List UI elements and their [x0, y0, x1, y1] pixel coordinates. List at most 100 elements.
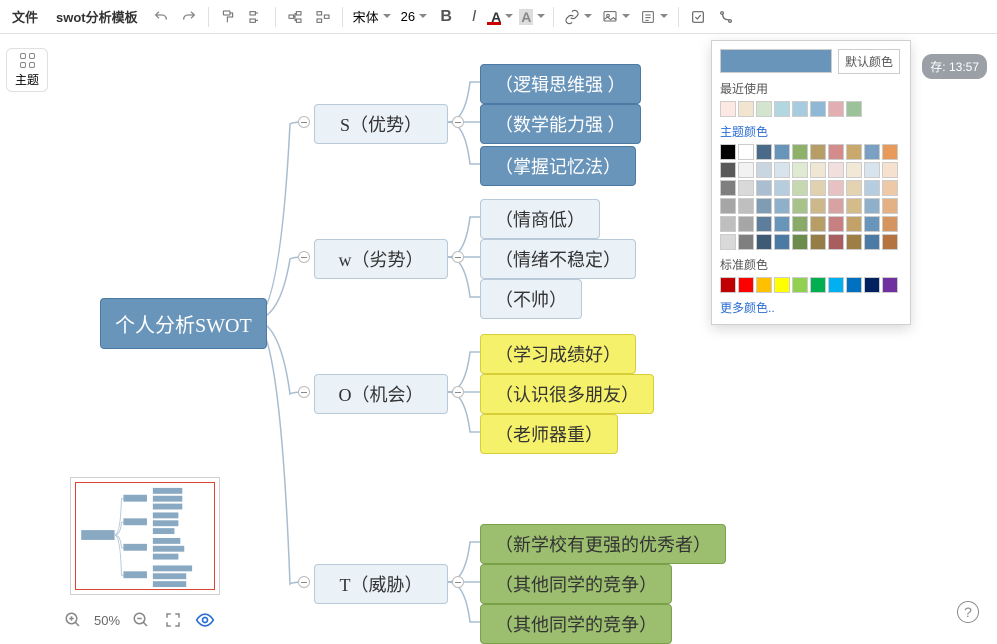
- undo-button[interactable]: [148, 4, 174, 30]
- color-swatch[interactable]: [774, 180, 790, 196]
- color-swatch[interactable]: [882, 180, 898, 196]
- insert-sibling-button[interactable]: [243, 4, 269, 30]
- color-swatch[interactable]: [882, 277, 898, 293]
- bold-button[interactable]: B: [433, 4, 459, 30]
- color-swatch[interactable]: [864, 234, 880, 250]
- collapse-knob[interactable]: [298, 576, 310, 588]
- collapse-knob[interactable]: [298, 386, 310, 398]
- color-swatch[interactable]: [864, 198, 880, 214]
- color-swatch[interactable]: [810, 162, 826, 178]
- color-swatch[interactable]: [792, 234, 808, 250]
- color-swatch[interactable]: [864, 216, 880, 232]
- color-swatch[interactable]: [720, 234, 736, 250]
- color-swatch[interactable]: [774, 101, 790, 117]
- highlight-color-button[interactable]: A: [517, 4, 547, 30]
- color-swatch[interactable]: [756, 101, 772, 117]
- color-swatch[interactable]: [828, 234, 844, 250]
- color-swatch[interactable]: [720, 162, 736, 178]
- color-swatch[interactable]: [738, 277, 754, 293]
- image-button[interactable]: [598, 4, 634, 30]
- collapse-knob[interactable]: [452, 386, 464, 398]
- color-swatch[interactable]: [846, 234, 862, 250]
- color-swatch[interactable]: [846, 180, 862, 196]
- color-swatch[interactable]: [810, 277, 826, 293]
- color-swatch[interactable]: [756, 216, 772, 232]
- minimap[interactable]: [70, 477, 220, 595]
- color-swatch[interactable]: [774, 198, 790, 214]
- color-swatch[interactable]: [828, 144, 844, 160]
- mindmap-leaf[interactable]: （新学校有更强的优秀者）: [480, 524, 726, 564]
- color-swatch[interactable]: [756, 277, 772, 293]
- mindmap-branch-t[interactable]: T（威胁）: [314, 564, 448, 604]
- redo-button[interactable]: [176, 4, 202, 30]
- color-swatch[interactable]: [828, 101, 844, 117]
- text-color-button[interactable]: A: [489, 4, 515, 30]
- color-swatch[interactable]: [738, 234, 754, 250]
- color-swatch[interactable]: [828, 162, 844, 178]
- color-swatch[interactable]: [792, 216, 808, 232]
- mindmap-leaf[interactable]: （学习成绩好）: [480, 334, 636, 374]
- color-swatch[interactable]: [738, 198, 754, 214]
- color-swatch[interactable]: [756, 234, 772, 250]
- color-swatch[interactable]: [864, 180, 880, 196]
- color-swatch[interactable]: [828, 180, 844, 196]
- mindmap-branch-w[interactable]: w（劣势）: [314, 239, 448, 279]
- mindmap-leaf[interactable]: （认识很多朋友）: [480, 374, 654, 414]
- color-swatch[interactable]: [756, 162, 772, 178]
- color-swatch[interactable]: [792, 277, 808, 293]
- insert-parent-button[interactable]: [310, 4, 336, 30]
- color-swatch[interactable]: [810, 216, 826, 232]
- color-swatch[interactable]: [810, 234, 826, 250]
- color-swatch[interactable]: [792, 180, 808, 196]
- preview-toggle-button[interactable]: [194, 609, 216, 631]
- mindmap-leaf[interactable]: （掌握记忆法）: [480, 146, 636, 186]
- color-swatch[interactable]: [774, 216, 790, 232]
- color-swatch[interactable]: [738, 216, 754, 232]
- color-swatch[interactable]: [720, 180, 736, 196]
- color-swatch[interactable]: [774, 234, 790, 250]
- mindmap-leaf[interactable]: （不帅）: [480, 279, 582, 319]
- color-swatch[interactable]: [810, 198, 826, 214]
- collapse-knob[interactable]: [298, 251, 310, 263]
- note-button[interactable]: [636, 4, 672, 30]
- color-swatch[interactable]: [846, 101, 862, 117]
- format-painter-button[interactable]: [215, 4, 241, 30]
- color-swatch[interactable]: [792, 198, 808, 214]
- file-menu[interactable]: 文件: [4, 4, 46, 30]
- mindmap-branch-o[interactable]: O（机会）: [314, 374, 448, 414]
- color-swatch[interactable]: [828, 277, 844, 293]
- color-swatch[interactable]: [738, 101, 754, 117]
- color-swatch[interactable]: [738, 144, 754, 160]
- color-swatch[interactable]: [864, 162, 880, 178]
- link-button[interactable]: [560, 4, 596, 30]
- color-swatch[interactable]: [864, 144, 880, 160]
- zoom-out-button[interactable]: [130, 609, 152, 631]
- mindmap-leaf[interactable]: （其他同学的竞争）: [480, 604, 672, 644]
- collapse-knob[interactable]: [452, 251, 464, 263]
- color-swatch[interactable]: [756, 144, 772, 160]
- color-swatch[interactable]: [810, 144, 826, 160]
- collapse-knob[interactable]: [452, 576, 464, 588]
- mindmap-leaf[interactable]: （情商低）: [480, 199, 600, 239]
- color-swatch[interactable]: [774, 162, 790, 178]
- color-swatch[interactable]: [738, 162, 754, 178]
- collapse-knob[interactable]: [298, 116, 310, 128]
- color-swatch[interactable]: [756, 198, 772, 214]
- help-button[interactable]: ?: [957, 601, 979, 623]
- color-swatch[interactable]: [882, 234, 898, 250]
- default-color-button[interactable]: 默认颜色: [838, 49, 900, 74]
- collapse-knob[interactable]: [452, 116, 464, 128]
- italic-button[interactable]: I: [461, 4, 487, 30]
- color-swatch[interactable]: [720, 101, 736, 117]
- color-swatch[interactable]: [846, 277, 862, 293]
- color-swatch[interactable]: [846, 198, 862, 214]
- color-swatch[interactable]: [720, 198, 736, 214]
- mindmap-leaf[interactable]: （情绪不稳定）: [480, 239, 636, 279]
- color-swatch[interactable]: [792, 162, 808, 178]
- color-swatch[interactable]: [846, 216, 862, 232]
- color-swatch[interactable]: [810, 180, 826, 196]
- color-swatch[interactable]: [792, 101, 808, 117]
- font-size-dropdown[interactable]: 26: [397, 4, 431, 30]
- mindmap-root-node[interactable]: 个人分析SWOT: [100, 298, 267, 349]
- mindmap-leaf[interactable]: （逻辑思维强 ）: [480, 64, 641, 104]
